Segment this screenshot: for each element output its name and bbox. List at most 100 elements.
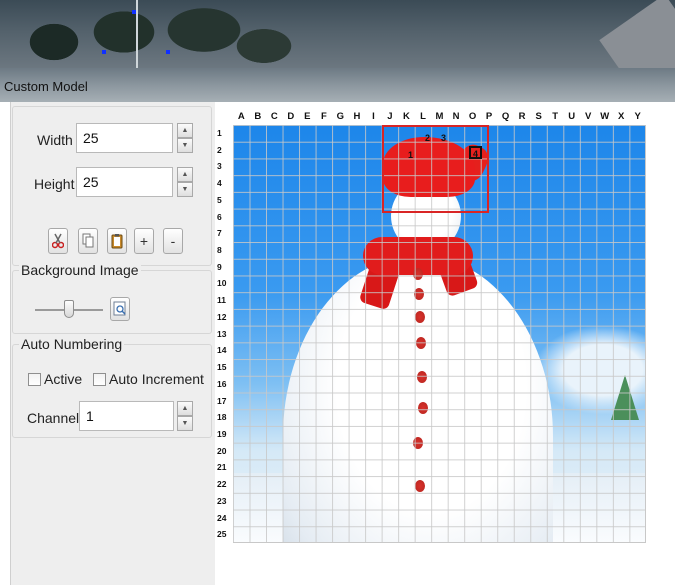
row-header[interactable]: 21 xyxy=(217,459,233,476)
browse-image-button[interactable] xyxy=(110,297,130,321)
row-header[interactable]: 1 xyxy=(217,125,233,142)
row-header[interactable]: 6 xyxy=(217,209,233,226)
cut-button[interactable] xyxy=(48,228,68,254)
channel-up-button[interactable]: ▲ xyxy=(177,401,193,416)
row-header[interactable]: 4 xyxy=(217,175,233,192)
row-header[interactable]: 3 xyxy=(217,158,233,175)
width-input[interactable]: 25 xyxy=(76,123,173,153)
add-button[interactable]: + xyxy=(134,228,154,254)
channel-down-button[interactable]: ▼ xyxy=(177,416,193,431)
desktop-background xyxy=(0,0,675,68)
column-header[interactable]: A xyxy=(233,108,250,125)
height-down-button[interactable]: ▼ xyxy=(177,182,193,197)
paste-button[interactable] xyxy=(107,228,127,254)
column-header[interactable]: L xyxy=(415,108,432,125)
column-header[interactable]: S xyxy=(530,108,547,125)
column-header[interactable]: X xyxy=(613,108,630,125)
selection-number: 3 xyxy=(441,133,447,143)
row-header[interactable]: 19 xyxy=(217,426,233,443)
column-header[interactable]: M xyxy=(431,108,448,125)
width-spinner[interactable]: ▲ ▼ xyxy=(177,123,193,153)
row-header[interactable]: 2 xyxy=(217,142,233,159)
background-trees xyxy=(14,2,294,66)
row-header[interactable]: 13 xyxy=(217,326,233,343)
column-header[interactable]: R xyxy=(514,108,531,125)
pixel-grid-canvas[interactable]: 1 2 3 4 xyxy=(233,125,646,543)
size-group: Width 25 ▲ ▼ Height 25 ▲ ▼ + - xyxy=(12,106,212,266)
row-header[interactable]: 18 xyxy=(217,409,233,426)
channel-label: Channel xyxy=(27,410,80,426)
column-header[interactable]: B xyxy=(250,108,267,125)
row-header[interactable]: 15 xyxy=(217,359,233,376)
column-header[interactable]: N xyxy=(448,108,465,125)
background-light xyxy=(102,50,106,54)
auto-increment-checkbox[interactable] xyxy=(93,373,106,386)
column-header[interactable]: U xyxy=(563,108,580,125)
row-header[interactable]: 5 xyxy=(217,192,233,209)
opacity-slider-thumb[interactable] xyxy=(64,300,74,318)
column-header[interactable]: H xyxy=(349,108,366,125)
left-control-panel: Width 25 ▲ ▼ Height 25 ▲ ▼ + - Backgroun… xyxy=(10,102,215,585)
grid-area: ABCDEFGHIJKLMNOPQRSTUVWXY 1 2 3 4 5 6 7 8 9 10 11 1… xyxy=(215,102,675,585)
height-up-button[interactable]: ▲ xyxy=(177,167,193,182)
row-header[interactable]: 11 xyxy=(217,292,233,309)
width-up-button[interactable]: ▲ xyxy=(177,123,193,138)
channel-spinner[interactable]: ▲ ▼ xyxy=(177,401,193,431)
height-label: Height xyxy=(34,176,75,192)
column-header[interactable]: C xyxy=(266,108,283,125)
row-header[interactable]: 14 xyxy=(217,342,233,359)
background-image-legend: Background Image xyxy=(19,262,141,278)
row-header[interactable]: 20 xyxy=(217,443,233,460)
row-header[interactable]: 25 xyxy=(217,526,233,543)
background-mast xyxy=(136,0,138,68)
column-header[interactable]: E xyxy=(299,108,316,125)
column-header-row: ABCDEFGHIJKLMNOPQRSTUVWXY xyxy=(233,108,646,125)
column-header[interactable]: Y xyxy=(629,108,646,125)
column-header[interactable]: D xyxy=(283,108,300,125)
column-header[interactable]: T xyxy=(547,108,564,125)
column-header[interactable]: J xyxy=(382,108,399,125)
column-header[interactable]: O xyxy=(464,108,481,125)
image-browse-icon xyxy=(113,301,126,316)
column-header[interactable]: G xyxy=(332,108,349,125)
selection-number: 2 xyxy=(425,133,431,143)
window-titlebar[interactable]: Custom Model xyxy=(0,68,675,102)
auto-numbering-group: Auto Numbering Active Auto Increment Cha… xyxy=(12,336,212,438)
row-header[interactable]: 10 xyxy=(217,275,233,292)
selection-rectangle[interactable] xyxy=(382,125,489,213)
column-header[interactable]: F xyxy=(316,108,333,125)
background-roof xyxy=(599,0,675,68)
column-header[interactable]: W xyxy=(596,108,613,125)
row-header[interactable]: 8 xyxy=(217,242,233,259)
background-light xyxy=(166,50,170,54)
remove-button[interactable]: - xyxy=(163,228,183,254)
height-input[interactable]: 25 xyxy=(76,167,173,197)
copy-button[interactable] xyxy=(78,228,98,254)
clipboard-icon xyxy=(111,234,123,249)
row-header[interactable]: 9 xyxy=(217,259,233,276)
auto-increment-label[interactable]: Auto Increment xyxy=(109,371,204,387)
column-header[interactable]: I xyxy=(365,108,382,125)
copy-icon xyxy=(82,233,94,248)
row-header[interactable]: 23 xyxy=(217,493,233,510)
column-header[interactable]: P xyxy=(481,108,498,125)
row-header[interactable]: 7 xyxy=(217,225,233,242)
scissors-icon xyxy=(51,233,65,249)
column-header[interactable]: K xyxy=(398,108,415,125)
column-header[interactable]: V xyxy=(580,108,597,125)
active-label[interactable]: Active xyxy=(44,371,82,387)
row-header-column: 1 2 3 4 5 6 7 8 9 10 11 12 13 14 15 16 17 18 19 20 21 22 23 24 2… xyxy=(215,125,233,543)
auto-numbering-legend: Auto Numbering xyxy=(19,336,125,352)
channel-input[interactable]: 1 xyxy=(79,401,174,431)
window-title: Custom Model xyxy=(4,79,88,94)
column-header[interactable]: Q xyxy=(497,108,514,125)
row-header[interactable]: 16 xyxy=(217,376,233,393)
row-header[interactable]: 12 xyxy=(217,309,233,326)
row-header[interactable]: 22 xyxy=(217,476,233,493)
row-header[interactable]: 24 xyxy=(217,510,233,527)
width-down-button[interactable]: ▼ xyxy=(177,138,193,153)
selection-number: 4 xyxy=(473,149,479,159)
height-spinner[interactable]: ▲ ▼ xyxy=(177,167,193,197)
active-checkbox[interactable] xyxy=(28,373,41,386)
row-header[interactable]: 17 xyxy=(217,393,233,410)
